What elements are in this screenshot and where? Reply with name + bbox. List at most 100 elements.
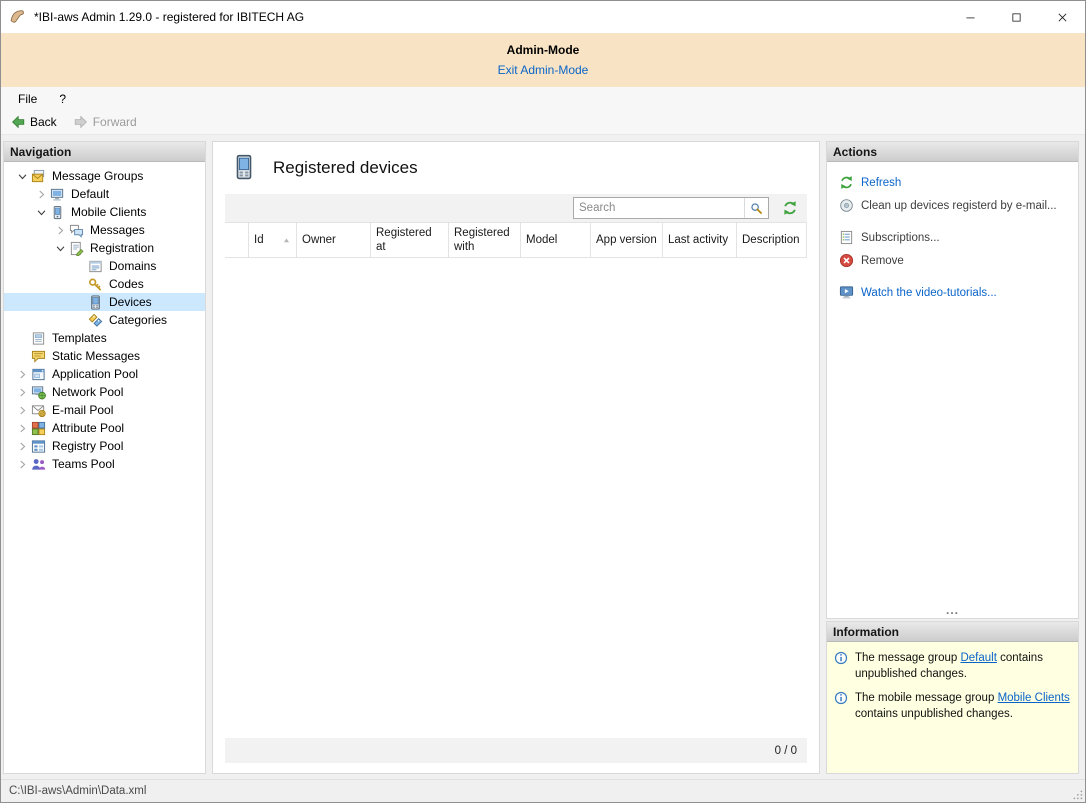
search-icon[interactable] bbox=[744, 198, 768, 218]
column-label: Id bbox=[254, 233, 264, 247]
categories-icon bbox=[87, 312, 103, 328]
nav-tree: Message GroupsDefaultMobile ClientsMessa… bbox=[4, 162, 205, 773]
action-refresh[interactable]: Refresh bbox=[833, 171, 1072, 194]
info-item: The message group Default contains unpub… bbox=[834, 650, 1071, 682]
device-icon bbox=[87, 294, 103, 310]
nav-item-registry-pool[interactable]: Registry Pool bbox=[4, 437, 205, 455]
window-title: *IBI-aws Admin 1.29.0 - registered for I… bbox=[34, 10, 304, 24]
app-window: *IBI-aws Admin 1.29.0 - registered for I… bbox=[0, 0, 1086, 803]
search-box bbox=[573, 197, 769, 219]
chevron-right-icon[interactable] bbox=[14, 384, 30, 400]
static-messages-icon bbox=[30, 348, 46, 364]
search-input[interactable] bbox=[574, 202, 744, 214]
chevron-down-icon[interactable] bbox=[52, 240, 68, 256]
column-header-last-activity[interactable]: Last activity bbox=[663, 223, 737, 257]
maximize-button[interactable] bbox=[993, 1, 1039, 33]
information-header: Information bbox=[827, 622, 1078, 642]
nav-item-e-mail-pool[interactable]: @E-mail Pool bbox=[4, 401, 205, 419]
nav-item-teams-pool[interactable]: Teams Pool bbox=[4, 455, 205, 473]
information-panel: Information The message group Default co… bbox=[826, 621, 1079, 774]
action-subscriptions[interactable]: Subscriptions... bbox=[833, 226, 1072, 249]
action-remove[interactable]: Remove bbox=[833, 249, 1072, 272]
chevron-right-icon[interactable] bbox=[14, 438, 30, 454]
nav-item-label: Codes bbox=[106, 276, 147, 292]
nav-item-devices[interactable]: Devices bbox=[4, 293, 205, 311]
column-header-owner[interactable]: Owner bbox=[297, 223, 371, 257]
back-label: Back bbox=[30, 115, 57, 129]
registry-pool-icon bbox=[30, 438, 46, 454]
actions-overflow-indicator[interactable]: ... bbox=[827, 605, 1078, 618]
column-header-app-version[interactable]: App version bbox=[591, 223, 663, 257]
video-icon bbox=[838, 285, 854, 301]
chevron-right-icon[interactable] bbox=[14, 420, 30, 436]
column-label: Model bbox=[526, 233, 557, 247]
info-link-mobile-clients[interactable]: Mobile Clients bbox=[998, 692, 1070, 704]
info-item: The mobile message group Mobile Clients … bbox=[834, 690, 1071, 722]
menu-help[interactable]: ? bbox=[48, 89, 77, 109]
nav-item-messages[interactable]: Messages bbox=[4, 221, 205, 239]
nav-item-categories[interactable]: Categories bbox=[4, 311, 205, 329]
menu-file[interactable]: File bbox=[7, 89, 48, 109]
nav-item-label: Application Pool bbox=[49, 366, 141, 382]
nav-item-codes[interactable]: Codes bbox=[4, 275, 205, 293]
action-watch-the-video-tutorials[interactable]: Watch the video-tutorials... bbox=[833, 281, 1072, 304]
nav-item-label: Templates bbox=[49, 330, 110, 346]
nav-item-label: Devices bbox=[106, 294, 155, 310]
column-header-registered-with[interactable]: Registered with bbox=[449, 223, 521, 257]
row-count: 0 / 0 bbox=[775, 745, 797, 757]
table-body bbox=[225, 258, 807, 738]
resize-grip[interactable] bbox=[1070, 787, 1084, 801]
admin-mode-banner: Admin-Mode Exit Admin-Mode bbox=[1, 33, 1085, 87]
chevron-right-icon[interactable] bbox=[52, 222, 68, 238]
chevron-right-icon[interactable] bbox=[14, 366, 30, 382]
chevron-right-icon[interactable] bbox=[14, 456, 30, 472]
nav-item-attribute-pool[interactable]: Attribute Pool bbox=[4, 419, 205, 437]
menubar: File? bbox=[1, 87, 1085, 110]
nav-item-application-pool[interactable]: Application Pool bbox=[4, 365, 205, 383]
chevron-down-icon[interactable] bbox=[33, 204, 49, 220]
right-panel: Actions RefreshClean up devices register… bbox=[826, 141, 1079, 774]
search-refresh-icon[interactable] bbox=[781, 199, 799, 217]
chevron-spacer bbox=[71, 294, 87, 310]
nav-item-registration[interactable]: Registration bbox=[4, 239, 205, 257]
back-icon bbox=[10, 114, 26, 130]
column-header-id[interactable]: Id bbox=[249, 223, 297, 257]
page-title: Registered devices bbox=[273, 158, 418, 178]
close-button[interactable] bbox=[1039, 1, 1085, 33]
nav-item-domains[interactable]: Domains bbox=[4, 257, 205, 275]
nav-item-network-pool[interactable]: Network Pool bbox=[4, 383, 205, 401]
chevron-down-icon[interactable] bbox=[14, 168, 30, 184]
chevron-spacer bbox=[14, 330, 30, 346]
column-label: Registered with bbox=[454, 226, 515, 255]
nav-item-label: Default bbox=[68, 186, 112, 202]
nav-item-templates[interactable]: Templates bbox=[4, 329, 205, 347]
svg-text:@: @ bbox=[39, 411, 44, 417]
forward-button[interactable]: Forward bbox=[73, 114, 137, 130]
nav-item-default[interactable]: Default bbox=[4, 185, 205, 203]
nav-item-label: Network Pool bbox=[49, 384, 126, 400]
table-footer: 0 / 0 bbox=[225, 738, 807, 763]
column-header-registered-at[interactable]: Registered at bbox=[371, 223, 449, 257]
nav-item-message-groups[interactable]: Message Groups bbox=[4, 167, 205, 185]
chevron-right-icon[interactable] bbox=[14, 402, 30, 418]
chevron-right-icon[interactable] bbox=[33, 186, 49, 202]
action-label: Clean up devices registerd by e-mail... bbox=[861, 200, 1057, 212]
nav-item-static-messages[interactable]: Static Messages bbox=[4, 347, 205, 365]
actions-panel: Actions RefreshClean up devices register… bbox=[826, 141, 1079, 619]
info-icon bbox=[834, 690, 849, 722]
exit-admin-mode-link[interactable]: Exit Admin-Mode bbox=[1, 63, 1085, 77]
action-label: Subscriptions... bbox=[861, 232, 940, 244]
back-button[interactable]: Back bbox=[10, 114, 57, 130]
window-controls bbox=[947, 1, 1085, 33]
key-icon bbox=[87, 276, 103, 292]
column-header-description[interactable]: Description bbox=[737, 223, 807, 257]
column-header-model[interactable]: Model bbox=[521, 223, 591, 257]
action-clean-up-devices-registerd-by-e-mail[interactable]: Clean up devices registerd by e-mail... bbox=[833, 194, 1072, 217]
info-link-default[interactable]: Default bbox=[960, 652, 996, 664]
forward-label: Forward bbox=[93, 115, 137, 129]
nav-item-mobile-clients[interactable]: Mobile Clients bbox=[4, 203, 205, 221]
mobile-icon bbox=[49, 204, 65, 220]
action-label: Refresh bbox=[861, 177, 901, 189]
minimize-button[interactable] bbox=[947, 1, 993, 33]
nav-item-label: Categories bbox=[106, 312, 170, 328]
